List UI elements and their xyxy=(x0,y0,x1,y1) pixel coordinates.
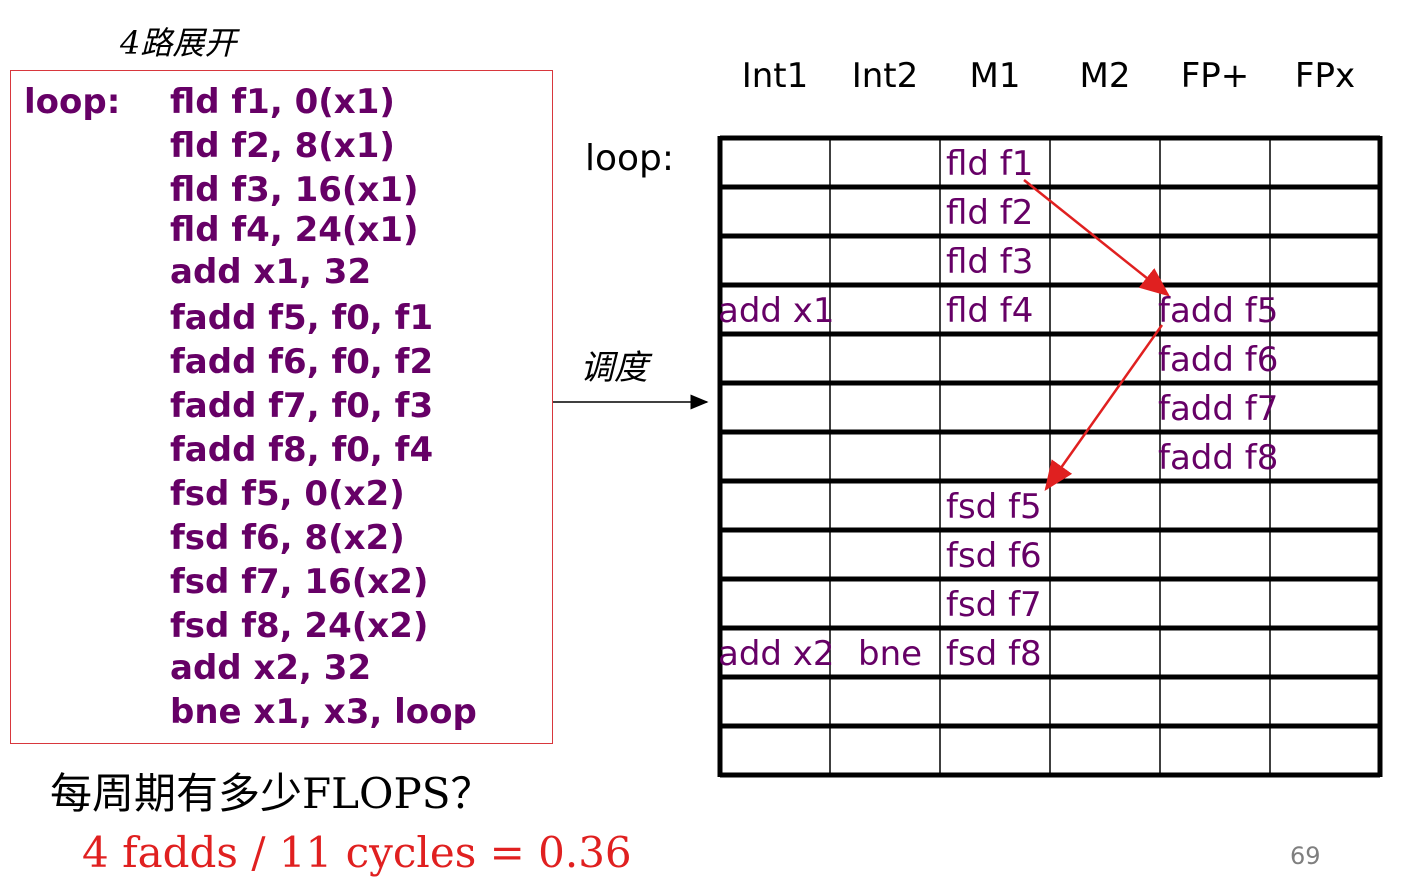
schedule-cell: fadd f8 xyxy=(1158,438,1279,478)
schedule-cell: fadd f7 xyxy=(1158,389,1279,429)
schedule-cell: fadd f6 xyxy=(1158,340,1279,380)
column-header: M1 xyxy=(969,56,1021,96)
schedule-cell: fsd f7 xyxy=(946,585,1042,625)
column-header: Int1 xyxy=(741,56,809,96)
schedule-cell: bne xyxy=(858,634,923,674)
schedule-cell: fld f3 xyxy=(946,242,1034,282)
schedule-cell: fadd f5 xyxy=(1158,291,1279,331)
flops-question: 每周期有多少FLOPS？ xyxy=(50,769,493,818)
schedule-cell: fld f1 xyxy=(946,144,1034,184)
schedule-cell: fsd f6 xyxy=(946,536,1042,576)
column-header: M2 xyxy=(1079,56,1131,96)
schedule-cell: fld f4 xyxy=(946,291,1034,331)
schedule-grid xyxy=(717,135,1383,778)
schedule-cell: fld f2 xyxy=(946,193,1034,233)
page-number: 69 xyxy=(1290,842,1321,870)
column-header: FP+ xyxy=(1180,56,1250,96)
schedule-cell: add x2 xyxy=(718,634,835,674)
schedule-cell: fsd f8 xyxy=(946,634,1042,674)
column-header: FPx xyxy=(1294,56,1356,96)
column-header: Int2 xyxy=(851,56,919,96)
schedule-cell: fsd f5 xyxy=(946,487,1042,527)
dependency-arrow xyxy=(1044,324,1164,492)
flops-answer: 4 fadds / 11 cycles = 0.36 xyxy=(82,828,632,877)
schedule-cell: add x1 xyxy=(718,291,835,331)
table-loop-label: loop: xyxy=(585,138,675,179)
